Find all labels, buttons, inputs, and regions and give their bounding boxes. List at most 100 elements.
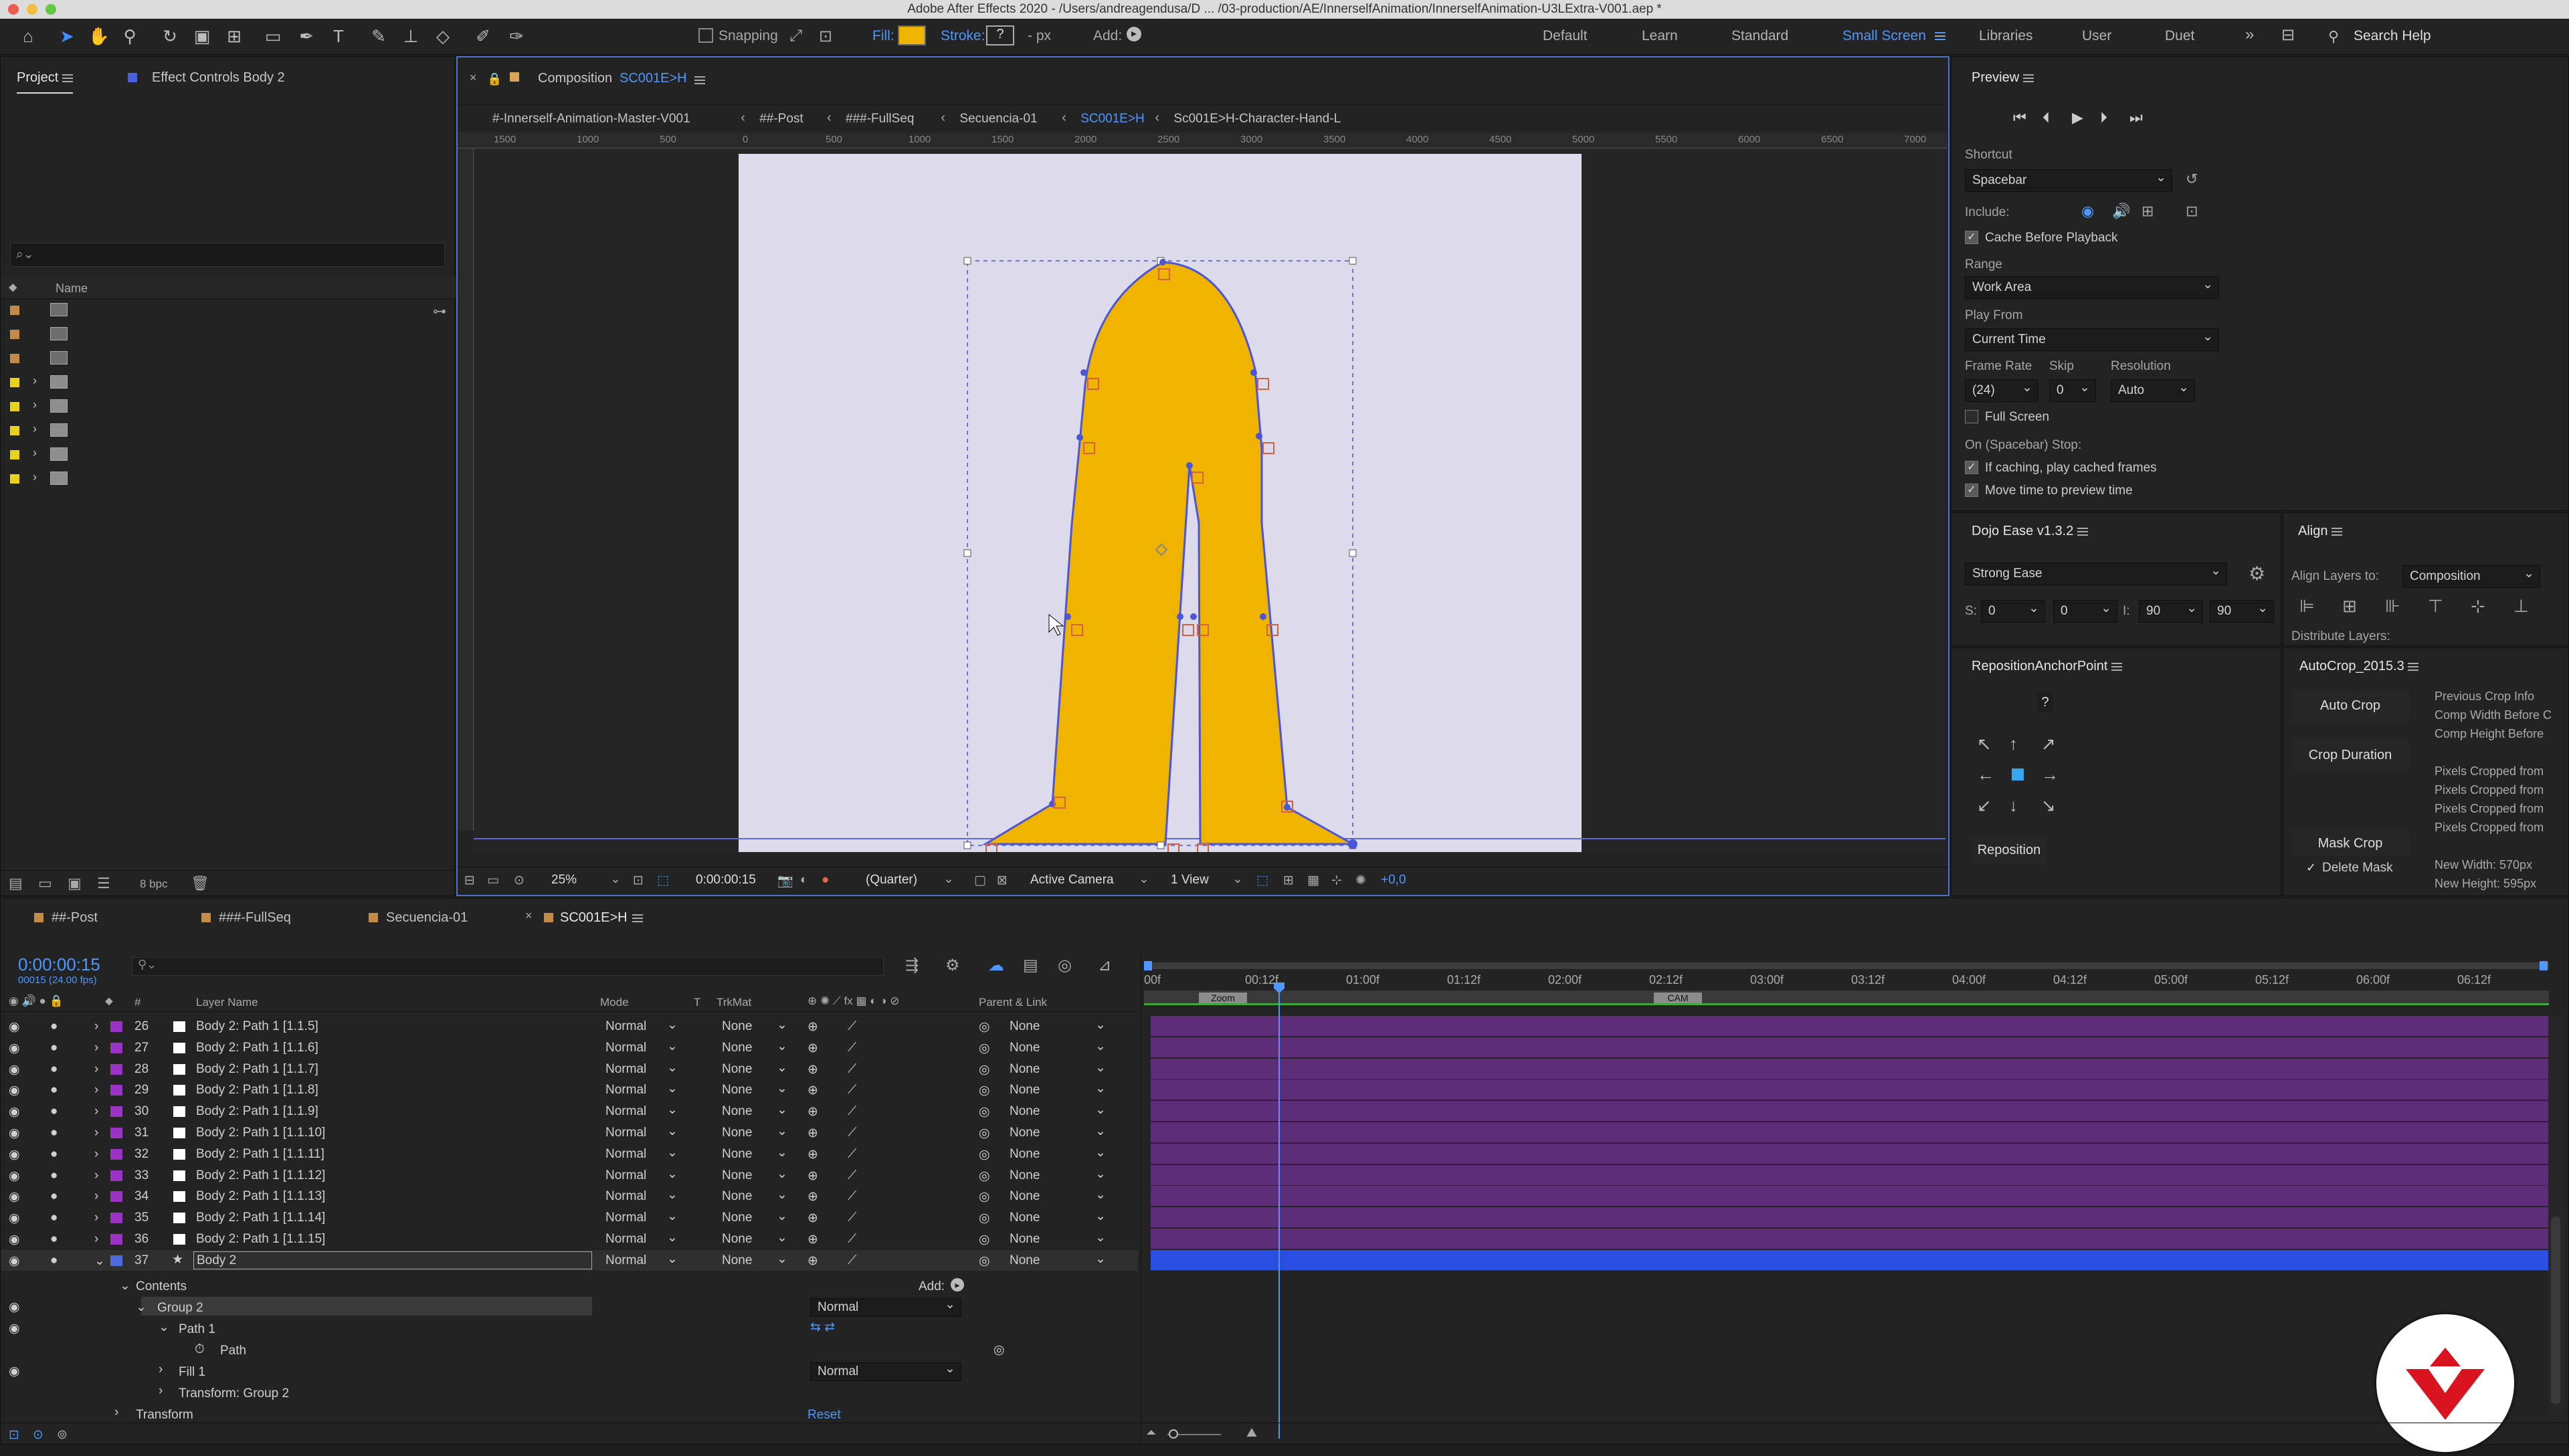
layer-name[interactable]: Body 2: Path 1 [1.1.15] xyxy=(196,1232,325,1247)
stroke-label[interactable]: Stroke: xyxy=(941,28,985,44)
parent-chevron-icon[interactable]: ⌄ xyxy=(1095,1102,1106,1118)
solo-dot-icon[interactable]: ● xyxy=(50,1104,58,1119)
parent-chevron-icon[interactable]: ⌄ xyxy=(1095,1251,1106,1267)
camera-chevron-icon[interactable]: ⌄ xyxy=(1139,871,1149,887)
expand-layer-icon[interactable]: › xyxy=(94,1232,98,1247)
fit-icon[interactable]: ⊡ xyxy=(633,873,644,888)
blend-mode-chevron-icon[interactable]: ⌄ xyxy=(667,1017,678,1033)
composition-tab-name[interactable]: SC001E>H xyxy=(620,71,687,86)
track-matte-chevron-icon[interactable]: ⌄ xyxy=(777,1145,787,1160)
zoom-tool-icon[interactable]: ⚲ xyxy=(118,24,142,48)
reposition-button[interactable]: Reposition xyxy=(1972,837,2047,863)
solo-dot-icon[interactable]: ● xyxy=(50,1232,58,1247)
solo-dot-icon[interactable]: ● xyxy=(50,1083,58,1098)
collapse-switch-icon[interactable]: ⊕ xyxy=(807,1189,818,1205)
reset-icon[interactable]: ↺ xyxy=(2186,171,2198,188)
quality-switch-icon[interactable]: ⟋ xyxy=(848,1168,856,1183)
home-icon[interactable]: ⌂ xyxy=(16,24,40,48)
layer-blend-mode-dropdown[interactable]: Normal xyxy=(605,1041,646,1055)
track-matte-dropdown[interactable]: None xyxy=(722,1189,752,1204)
sync-settings-icon[interactable]: ⊟ xyxy=(2281,25,2295,45)
blend-mode-chevron-icon[interactable]: ⌄ xyxy=(667,1251,678,1267)
label-column-icon[interactable]: ⬥ xyxy=(9,280,17,294)
project-item[interactable]: › xyxy=(1,395,456,418)
layer-blend-mode-dropdown[interactable]: Normal xyxy=(605,1232,646,1247)
align-right-icon[interactable]: ⊪ xyxy=(2385,596,2400,617)
parent-pickwhip-icon[interactable]: ◎ xyxy=(979,1062,990,1077)
quality-switch-icon[interactable]: ⟋ xyxy=(848,1019,856,1034)
av-features-icons[interactable]: ◉ 🔊 ● 🔒 xyxy=(9,995,64,1008)
influence-in-field[interactable]: 90 xyxy=(2139,598,2203,623)
layer-blend-mode-dropdown[interactable]: Normal xyxy=(605,1253,646,1268)
name-column-header[interactable]: Name xyxy=(56,282,88,296)
zoom-window-button[interactable] xyxy=(45,4,56,15)
new-folder-icon[interactable]: ▭ xyxy=(38,875,52,892)
layer-name[interactable]: Body 2: Path 1 [1.1.13] xyxy=(196,1189,325,1204)
track-matte-dropdown[interactable]: None xyxy=(722,1253,752,1268)
fast-previews-icon[interactable]: ⊞ xyxy=(1283,873,1294,888)
track-matte-chevron-icon[interactable]: ⌄ xyxy=(777,1251,787,1267)
parent-dropdown[interactable]: None xyxy=(1010,1041,1040,1055)
vr-icon[interactable]: ⊙ xyxy=(514,873,525,888)
breadcrumb-item[interactable]: #-Innerself-Animation-Master-V001 xyxy=(492,112,690,126)
solo-dot-icon[interactable]: ● xyxy=(50,1062,58,1077)
layer-row[interactable]: ◉ ● › 30 Body 2: Path 1 [1.1.9] Normal ⌄ None ⌄ ⊕… xyxy=(1,1101,1138,1122)
fill-color-swatch[interactable] xyxy=(898,25,926,45)
graph-editor-icon[interactable]: ⊿ xyxy=(1098,956,1111,975)
speed-in-field[interactable]: 0 xyxy=(1981,598,2045,623)
expand-layer-icon[interactable]: › xyxy=(94,1126,98,1140)
track-matte-chevron-icon[interactable]: ⌄ xyxy=(777,1187,787,1203)
delete-mask-checkbox[interactable]: ✓ xyxy=(2306,861,2316,875)
parent-dropdown[interactable]: None xyxy=(1010,1083,1040,1098)
layer-blend-mode-dropdown[interactable]: Normal xyxy=(605,1083,646,1098)
expand-layer-icon[interactable]: › xyxy=(94,1062,98,1077)
layer-label-color[interactable] xyxy=(110,1213,122,1224)
timeline-tab-menu-icon[interactable] xyxy=(632,914,643,922)
anchor-top-right-icon[interactable]: ↗ xyxy=(2041,734,2056,754)
navigator-start-handle[interactable] xyxy=(1144,961,1152,970)
snap-grid-icon[interactable]: ⊡ xyxy=(819,27,832,46)
parent-pickwhip-icon[interactable]: ◎ xyxy=(979,1211,990,1226)
pan-behind-tool-icon[interactable]: ⊞ xyxy=(222,24,246,48)
layer-name[interactable]: Body 2: Path 1 [1.1.7] xyxy=(196,1062,318,1077)
view-chevron-icon[interactable]: ⌄ xyxy=(1232,871,1243,887)
disclosure-triangle-icon[interactable]: › xyxy=(33,398,37,412)
collapse-switch-icon[interactable]: ⊕ xyxy=(807,1253,818,1269)
lock-icon[interactable]: 🔒 xyxy=(487,72,502,86)
time-ruler[interactable]: 00f 00:12f 01:00f 01:12f 02:00f 02:12f 03:00f 0… xyxy=(1141,972,2569,989)
eraser-tool-icon[interactable]: ◇ xyxy=(431,24,455,48)
quality-switch-icon[interactable]: ⟋ xyxy=(848,1147,856,1162)
label-header-icon[interactable]: ⬥ xyxy=(105,995,113,1008)
layer-label-color[interactable] xyxy=(110,1021,122,1032)
transparency-grid-icon[interactable]: ⊠ xyxy=(997,873,1008,888)
parent-dropdown[interactable]: None xyxy=(1010,1253,1040,1268)
snap-option-icon[interactable]: ⤢ xyxy=(789,27,802,45)
parent-chevron-icon[interactable]: ⌄ xyxy=(1095,1039,1106,1054)
parent-chevron-icon[interactable]: ⌄ xyxy=(1095,1230,1106,1245)
layer-row[interactable]: ◉ ● › 33 Body 2: Path 1 [1.1.12] Normal ⌄ None ⌄… xyxy=(1,1165,1138,1186)
layer-name[interactable]: Body 2: Path 1 [1.1.10] xyxy=(196,1126,325,1140)
always-preview-icon[interactable]: ⊟ xyxy=(464,873,475,888)
visibility-eye-icon[interactable]: ◉ xyxy=(9,1019,20,1035)
solo-dot-icon[interactable]: ● xyxy=(50,1189,58,1204)
workspace-default[interactable]: Default xyxy=(1543,28,1588,44)
previous-frame-icon[interactable]: ⏴ xyxy=(2042,109,2050,126)
layer-row[interactable]: ◉ ● › 27 Body 2: Path 1 [1.1.6] Normal ⌄ None ⌄ ⊕… xyxy=(1,1037,1138,1058)
motion-blur-icon[interactable]: ◎ xyxy=(1058,956,1072,975)
layer-blend-mode-dropdown[interactable]: Normal xyxy=(605,1104,646,1119)
path-direction-icon[interactable]: ⇆ ⇄ xyxy=(810,1320,835,1335)
parent-dropdown[interactable]: None xyxy=(1010,1019,1040,1034)
frame-rate-dropdown[interactable]: (24) xyxy=(1965,377,2038,402)
anchor-center-icon[interactable] xyxy=(2012,768,2024,781)
parent-chevron-icon[interactable]: ⌄ xyxy=(1095,1060,1106,1075)
add-contents-icon[interactable]: ▸ xyxy=(951,1278,964,1291)
blend-mode-chevron-icon[interactable]: ⌄ xyxy=(667,1166,678,1182)
gear-icon[interactable]: ⚙ xyxy=(2249,562,2265,585)
group-expand-icon[interactable]: ⌄ xyxy=(136,1299,147,1315)
timeline-search-input[interactable]: ⚲⌄ xyxy=(132,957,884,976)
quality-switch-icon[interactable]: ⟋ xyxy=(848,1126,856,1140)
layer-row[interactable]: ◉ ● › 34 Body 2: Path 1 [1.1.13] Normal ⌄ None ⌄… xyxy=(1,1186,1138,1207)
layer-name[interactable]: Body 2: Path 1 [1.1.6] xyxy=(196,1041,318,1055)
collapse-switch-icon[interactable]: ⊕ xyxy=(807,1126,818,1141)
puppet-pin-tool-icon[interactable]: ✑ xyxy=(504,24,529,48)
